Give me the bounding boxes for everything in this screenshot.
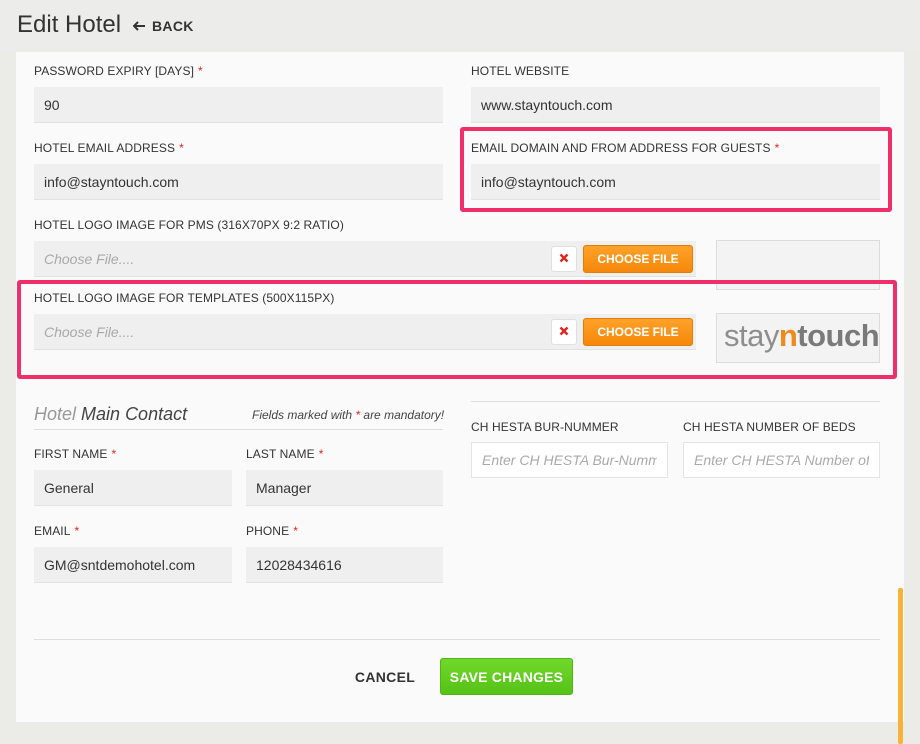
logo-pms-preview <box>716 240 880 290</box>
stayntouch-logo: stayntouch <box>724 318 880 353</box>
mandatory-note: Fields marked with * are mandatory! <box>252 408 445 422</box>
email-domain-input[interactable] <box>471 164 880 200</box>
scrollbar-thumb[interactable] <box>898 588 903 744</box>
clear-logo-templates-button[interactable] <box>551 319 577 345</box>
logo-templates-label: HOTEL LOGO IMAGE FOR TEMPLATES (500X115P… <box>34 291 335 305</box>
cancel-button[interactable]: CANCEL <box>352 660 418 694</box>
ch-hesta-beds-label: CH HESTA NUMBER OF BEDS <box>683 420 856 434</box>
logo-pms-placeholder: Choose File.... <box>44 251 135 267</box>
footer-divider <box>34 639 880 640</box>
arrow-left-icon <box>133 21 146 31</box>
section-divider <box>471 401 880 402</box>
choose-logo-templates-button[interactable]: CHOOSE FILE <box>583 318 693 346</box>
page-title: Edit Hotel <box>17 11 122 38</box>
top-bar: Edit Hotel BACK <box>0 0 920 52</box>
email-domain-label: EMAIL DOMAIN AND FROM ADDRESS FOR GUESTS… <box>471 141 780 155</box>
email-label: EMAIL * <box>34 524 80 538</box>
ch-hesta-bur-nummer-label: CH HESTA BUR-NUMMER <box>471 420 619 434</box>
hotel-email-input[interactable] <box>34 164 443 200</box>
logo-templates-placeholder: Choose File.... <box>44 324 135 340</box>
ch-hesta-bur-nummer-input[interactable] <box>471 442 668 478</box>
clear-logo-pms-button[interactable] <box>551 246 577 272</box>
main-contact-title: Hotel Main Contact <box>34 404 188 424</box>
logo-pms-label: HOTEL LOGO IMAGE FOR PMS (316X70PX 9:2 R… <box>34 218 344 232</box>
save-changes-button[interactable]: SAVE CHANGES <box>440 658 573 695</box>
email-input[interactable] <box>34 547 232 583</box>
password-expiry-input[interactable] <box>34 87 443 123</box>
ch-hesta-beds-input[interactable] <box>683 442 880 478</box>
last-name-label: LAST NAME * <box>246 447 324 461</box>
choose-logo-pms-button[interactable]: CHOOSE FILE <box>583 245 693 273</box>
back-label: BACK <box>152 18 194 34</box>
hotel-email-label: HOTEL EMAIL ADDRESS * <box>34 141 184 155</box>
close-icon <box>559 250 569 268</box>
phone-input[interactable] <box>246 547 443 583</box>
hotel-website-label: HOTEL WEBSITE <box>471 64 570 78</box>
back-button[interactable]: BACK <box>133 18 194 34</box>
close-icon <box>559 323 569 341</box>
section-divider <box>34 429 443 430</box>
password-expiry-label: PASSWORD EXPIRY [DAYS] * <box>34 64 203 78</box>
hotel-website-input[interactable] <box>471 87 880 123</box>
first-name-label: FIRST NAME * <box>34 447 117 461</box>
last-name-input[interactable] <box>246 470 443 506</box>
phone-label: PHONE * <box>246 524 298 538</box>
first-name-input[interactable] <box>34 470 232 506</box>
